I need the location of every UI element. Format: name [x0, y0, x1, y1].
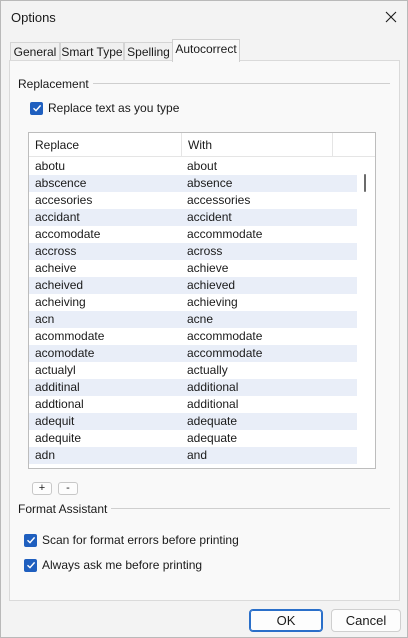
replace-cell: addtional: [35, 397, 84, 411]
list-item[interactable]: acommodate accommodate: [29, 328, 357, 345]
scan-errors-checkbox[interactable]: [24, 533, 37, 547]
checkmark-icon: [26, 561, 35, 569]
with-cell: accommodate: [187, 346, 263, 360]
list-item[interactable]: accesories accessories: [29, 192, 357, 209]
list-item[interactable]: acheive achieve: [29, 260, 357, 277]
list-item[interactable]: adn and: [29, 447, 357, 464]
with-cell: achieve: [187, 261, 229, 275]
with-cell: adequate: [187, 431, 238, 445]
with-cell: achieving: [187, 295, 238, 309]
list-item[interactable]: accross across: [29, 243, 357, 260]
column-header-with[interactable]: With: [182, 133, 332, 157]
close-button[interactable]: [375, 1, 407, 33]
list-item[interactable]: accidant accident: [29, 209, 357, 226]
cancel-button[interactable]: Cancel: [331, 609, 401, 632]
list-item[interactable]: adequit adequate: [29, 413, 357, 430]
autocorrect-panel: Replacement Replace text as you type Rep…: [9, 60, 400, 601]
replace-as-you-type-label: Replace text as you type: [48, 101, 180, 115]
list-item[interactable]: acheived achieved: [29, 277, 357, 294]
replace-cell: acheived: [35, 278, 84, 292]
list-rows: abotu about abscence absence accesories acces…: [29, 158, 357, 464]
scan-errors-row[interactable]: Scan for format errors before printing: [24, 533, 239, 547]
tab-strip: General Smart Type Spelling Autocorrect: [9, 39, 399, 62]
always-ask-row[interactable]: Always ask me before printing: [24, 558, 202, 572]
replace-cell: accomodate: [35, 227, 101, 241]
list-scrollbar[interactable]: [357, 158, 375, 468]
column-header-replace[interactable]: Replace: [29, 133, 181, 157]
list-item[interactable]: abscence absence: [29, 175, 357, 192]
list-item[interactable]: acomodate accommodate: [29, 345, 357, 362]
options-dialog: Options General Smart Type Spelling Auto…: [0, 0, 408, 638]
with-cell: achieved: [187, 278, 236, 292]
close-icon: [385, 11, 397, 23]
tab-general[interactable]: General: [10, 42, 60, 61]
replacement-list[interactable]: Replace With abotu about abscence absence ac…: [28, 132, 376, 469]
checkmark-icon: [32, 104, 41, 112]
list-item[interactable]: accomodate accommodate: [29, 226, 357, 243]
with-cell: adequate: [187, 414, 238, 428]
scroll-thumb[interactable]: [364, 174, 366, 192]
list-item[interactable]: acheiving achieving: [29, 294, 357, 311]
replace-cell: acheiving: [35, 295, 86, 309]
replace-cell: accidant: [35, 210, 80, 224]
replacement-group-title: Replacement: [18, 77, 93, 91]
replace-as-you-type-row[interactable]: Replace text as you type: [30, 101, 179, 115]
with-cell: absence: [187, 176, 233, 190]
remove-entry-button[interactable]: -: [58, 482, 78, 495]
replace-cell: acn: [35, 312, 55, 326]
replace-cell: abotu: [35, 159, 66, 173]
list-item[interactable]: addtional additional: [29, 396, 357, 413]
with-cell: accommodate: [187, 329, 263, 343]
replacement-group-divider: [90, 83, 390, 84]
with-cell: and: [187, 448, 208, 462]
format-assistant-group-title: Format Assistant: [18, 502, 112, 516]
title-bar: Options: [1, 1, 407, 33]
with-cell: actually: [187, 363, 228, 377]
replace-cell: accesories: [35, 193, 93, 207]
tab-spelling[interactable]: Spelling: [124, 42, 173, 61]
replace-cell: adequit: [35, 414, 75, 428]
replace-as-you-type-checkbox[interactable]: [30, 101, 43, 115]
with-cell: additional: [187, 397, 239, 411]
replace-cell: acomodate: [35, 346, 95, 360]
with-cell: about: [187, 159, 218, 173]
with-cell: acne: [187, 312, 214, 326]
with-cell: accident: [187, 210, 232, 224]
replace-cell: acommodate: [35, 329, 105, 343]
with-cell: accommodate: [187, 227, 263, 241]
ok-button[interactable]: OK: [249, 609, 323, 632]
replace-cell: abscence: [35, 176, 87, 190]
checkmark-icon: [26, 536, 35, 544]
list-item[interactable]: acn acne: [29, 311, 357, 328]
format-group-divider: [108, 508, 390, 509]
always-ask-checkbox[interactable]: [24, 558, 37, 572]
tab-smart-type[interactable]: Smart Type: [60, 42, 124, 61]
replace-cell: actualyl: [35, 363, 76, 377]
with-cell: accessories: [187, 193, 251, 207]
replace-cell: additinal: [35, 380, 80, 394]
list-item[interactable]: adequite adequate: [29, 430, 357, 447]
list-item[interactable]: actualyl actually: [29, 362, 357, 379]
with-cell: additional: [187, 380, 239, 394]
replace-cell: acheive: [35, 261, 77, 275]
add-entry-button[interactable]: +: [32, 482, 52, 495]
list-item[interactable]: abotu about: [29, 158, 357, 175]
list-item[interactable]: additinal additional: [29, 379, 357, 396]
tab-autocorrect[interactable]: Autocorrect: [172, 39, 240, 62]
column-separator[interactable]: [332, 133, 333, 157]
replace-cell: adequite: [35, 431, 82, 445]
always-ask-label: Always ask me before printing: [42, 558, 203, 572]
replace-cell: adn: [35, 448, 56, 462]
replace-cell: accross: [35, 244, 77, 258]
window-title: Options: [11, 10, 56, 25]
list-header: Replace With: [29, 133, 375, 157]
scan-errors-label: Scan for format errors before printing: [42, 533, 239, 547]
with-cell: across: [187, 244, 223, 258]
